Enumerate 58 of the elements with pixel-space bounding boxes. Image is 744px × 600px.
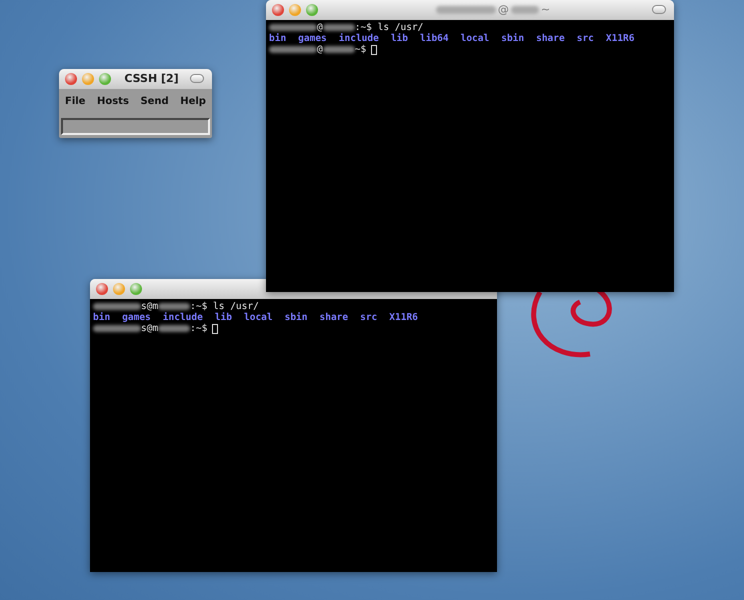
directory-name: include	[338, 33, 379, 44]
blurred-text	[158, 325, 190, 332]
close-button[interactable]	[272, 4, 284, 16]
blurred-text	[510, 6, 539, 14]
minimize-button[interactable]	[82, 73, 94, 85]
terminal-text: s@m	[141, 301, 158, 312]
blurred-text	[322, 24, 355, 31]
directory-name: bin	[93, 312, 110, 323]
blurred-text	[269, 24, 317, 31]
menu-item[interactable]: Send	[140, 94, 169, 109]
terminal-text: :~$	[190, 323, 208, 334]
terminal-text: @	[317, 22, 323, 33]
cursor	[371, 44, 378, 54]
window-title: CSSH [2]	[124, 70, 179, 87]
directory-name: games	[298, 33, 327, 44]
directory-name: include	[162, 312, 203, 323]
zoom-button[interactable]	[130, 283, 142, 295]
directory-name: local	[244, 312, 273, 323]
terminal-text: @	[317, 44, 323, 55]
terminal-text: :~$ ls /usr/	[354, 22, 424, 33]
directory-name: games	[122, 312, 151, 323]
directory-name: src	[360, 312, 378, 323]
window-title: @	[498, 2, 509, 18]
blurred-text	[436, 6, 496, 14]
menu-item[interactable]: Help	[180, 94, 206, 109]
blurred-text	[93, 303, 141, 310]
directory-name: lib64	[420, 33, 449, 44]
directory-name: share	[320, 312, 348, 323]
terminal-text: :~$ ls /usr/	[190, 301, 259, 312]
minimize-button[interactable]	[289, 4, 301, 16]
directory-name: src	[576, 33, 594, 44]
cursor	[212, 324, 218, 334]
blurred-text	[269, 46, 317, 53]
directory-name: lib	[390, 33, 408, 44]
blurred-text	[158, 303, 190, 310]
window-title: ~	[540, 2, 550, 18]
directory-name: lib	[214, 312, 232, 323]
toolbar-toggle-button[interactable]	[652, 5, 666, 14]
menu-item[interactable]: File	[65, 94, 86, 109]
directory-name: X11R6	[606, 33, 634, 44]
close-button[interactable]	[65, 73, 77, 85]
directory-name: sbin	[501, 33, 524, 44]
blurred-text	[322, 46, 355, 53]
directory-name: X11R6	[389, 312, 418, 323]
zoom-button[interactable]	[99, 73, 111, 85]
input-field[interactable]	[61, 118, 210, 134]
minimize-button[interactable]	[113, 283, 125, 295]
directory-name: share	[536, 33, 565, 44]
directory-name: local	[460, 33, 490, 44]
terminal-text: s@m	[141, 323, 158, 334]
close-button[interactable]	[96, 283, 108, 295]
terminal-text: ~$	[354, 44, 366, 55]
blurred-text	[93, 325, 141, 332]
toolbar-toggle-button[interactable]	[190, 74, 204, 83]
directory-name: sbin	[284, 312, 308, 323]
zoom-button[interactable]	[306, 4, 318, 16]
menu-item[interactable]: Hosts	[96, 94, 129, 109]
directory-name: bin	[269, 33, 286, 44]
